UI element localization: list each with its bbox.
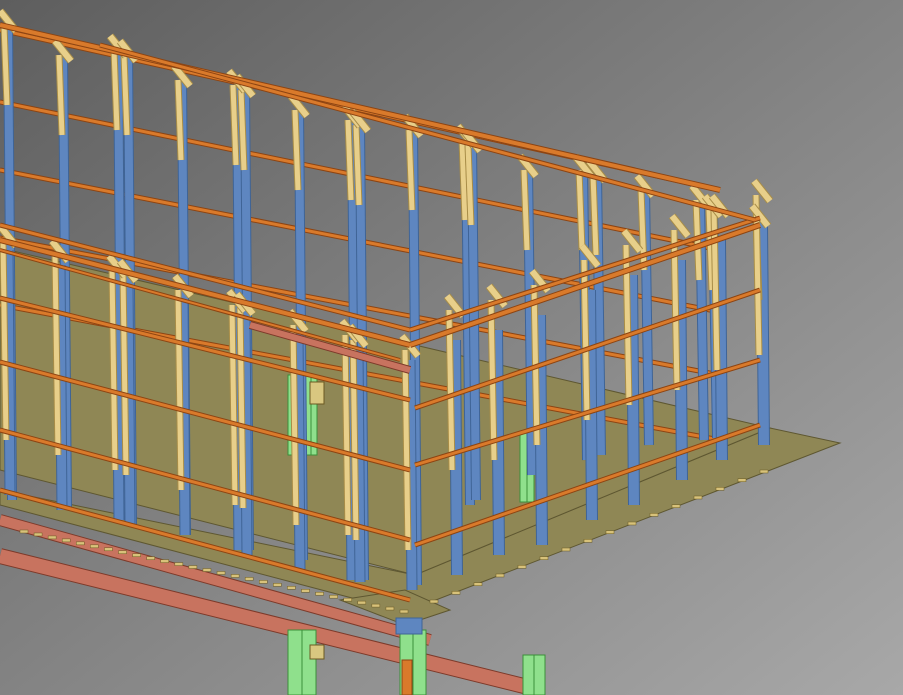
column-brace [290, 324, 299, 526]
base-plate [309, 381, 325, 405]
base-cleat [517, 565, 527, 569]
end-wall-column [675, 259, 687, 481]
base-cleat [202, 568, 212, 572]
base-cleat [47, 535, 57, 540]
column-brace [402, 349, 411, 551]
column-brace [521, 169, 530, 251]
end-wall-column [757, 224, 769, 446]
base-cleat [605, 530, 615, 534]
base-cleat [539, 556, 549, 560]
base-cleat [230, 574, 240, 578]
column-brace [345, 119, 354, 201]
base-cleat [259, 580, 268, 584]
column-brace [459, 139, 468, 221]
base-cleat [301, 589, 310, 593]
base-cleat [216, 571, 226, 575]
base-cleat [61, 538, 71, 543]
base-cleat [188, 565, 198, 569]
base-cleat [429, 599, 439, 604]
column-brace [230, 84, 239, 166]
corner-post [401, 659, 413, 695]
column-brace [1, 24, 10, 106]
column-brace [406, 129, 415, 211]
base-cleat [737, 478, 747, 482]
base-cleat [473, 582, 483, 586]
column-brace [175, 289, 184, 491]
base-cleat [244, 577, 254, 581]
column-brace [590, 174, 599, 256]
end-wall-column [715, 239, 727, 461]
base-cleat [693, 495, 703, 500]
column-brace [0, 239, 9, 441]
base-cleat [357, 600, 367, 605]
column-brace [56, 54, 65, 136]
column-brace [350, 339, 359, 541]
column-brace [229, 304, 238, 506]
base-cleat [451, 591, 461, 595]
base-cleat [671, 504, 681, 508]
column-brace [292, 109, 301, 191]
column-brace [111, 49, 120, 131]
base-cleat [561, 547, 571, 552]
column-brace [109, 269, 118, 471]
base-cleat [132, 553, 141, 557]
model-viewport[interactable] [0, 0, 903, 695]
base-cleat [343, 597, 352, 602]
base-cleat [118, 550, 127, 554]
column-brace [353, 124, 362, 206]
base-cleat [715, 487, 725, 491]
base-cleat [104, 547, 113, 552]
column-brace [120, 274, 129, 476]
corner-post-cap [395, 617, 423, 635]
base-cleat [160, 559, 169, 563]
base-cleat [329, 594, 338, 599]
column-brace [238, 89, 247, 171]
column-brace [237, 307, 246, 509]
base-cleat [583, 539, 593, 543]
base-cleat [371, 603, 381, 608]
end-wall-column [450, 339, 462, 576]
base-cleat [385, 606, 395, 611]
base-cleat [90, 544, 99, 549]
base-cleat [627, 521, 637, 526]
base-cleat [315, 591, 324, 596]
column-brace [576, 169, 585, 251]
steel-frame-3d-view[interactable] [0, 0, 903, 695]
column-brace [342, 334, 351, 536]
base-cleat [649, 513, 659, 517]
base-cleat [287, 586, 296, 590]
base-cleat [399, 609, 409, 614]
base-cleat [19, 529, 29, 534]
base-cleat [495, 573, 505, 578]
base-cleat [76, 541, 85, 546]
column-brace [121, 54, 130, 136]
column-brace [175, 79, 184, 161]
end-wall-column [535, 314, 547, 546]
column-brace [465, 144, 474, 226]
base-cleat [146, 556, 155, 560]
base-cleat [273, 583, 282, 587]
base-cleat [174, 562, 184, 566]
column-brace [52, 254, 61, 456]
base-cleat [759, 469, 769, 474]
base-plate [309, 644, 325, 660]
base-cleat [33, 532, 43, 537]
